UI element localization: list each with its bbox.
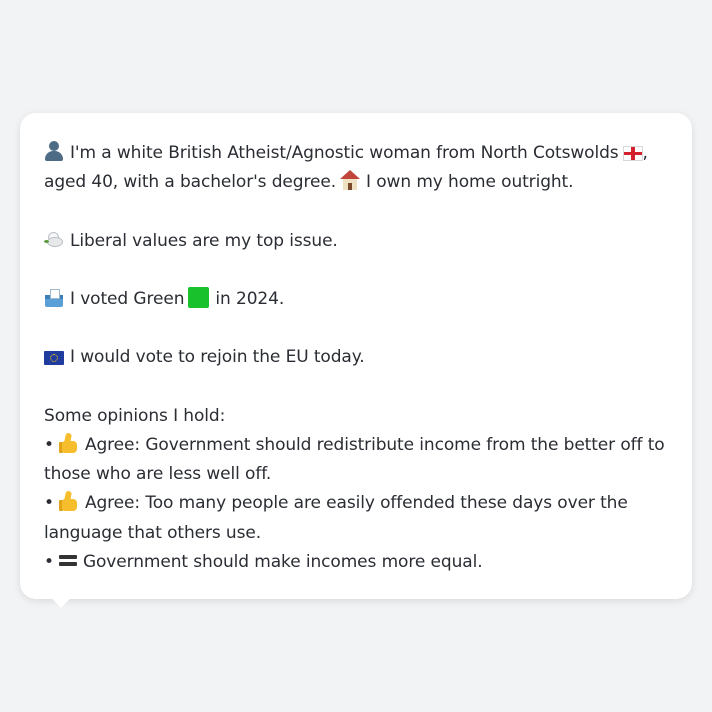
- bullet: •: [44, 434, 54, 455]
- opinion-item-1-continued: those who are less well off.: [44, 464, 272, 485]
- bullet: •: [44, 551, 54, 572]
- eu-line: I would vote to rejoin the EU today.: [44, 343, 668, 372]
- vote-line: I voted Green in 2024.: [44, 285, 668, 314]
- opinion-text: Agree: Too many people are easily offend…: [84, 493, 628, 514]
- england-flag-icon: [622, 146, 643, 161]
- age-education-text: aged 40, with a bachelor's degree.: [44, 172, 337, 193]
- ballot-box-icon: [44, 288, 64, 307]
- vote-suffix-text: in 2024.: [215, 288, 285, 309]
- dove-icon: [44, 230, 64, 249]
- profile-message-text: I'm a white British Atheist/Agnostic wom…: [44, 139, 668, 577]
- opinion-text: Agree: Government should redistribute in…: [84, 434, 665, 455]
- green-square-icon: [188, 286, 210, 308]
- bubble-tail: [42, 588, 80, 608]
- identity-suffix: ,: [642, 143, 648, 163]
- house-icon: [340, 170, 361, 191]
- profile-line-2: aged 40, with a bachelor's degree. I own …: [44, 168, 668, 197]
- opinions-heading: Some opinions I hold:: [44, 405, 226, 426]
- thumbs-up-icon: [58, 432, 79, 453]
- profile-message-bubble: I'm a white British Atheist/Agnostic wom…: [20, 113, 692, 599]
- opinion-text: Government should make incomes more equa…: [82, 551, 483, 572]
- profile-line-1: I'm a white British Atheist/Agnostic wom…: [44, 139, 668, 168]
- home-ownership-text: I own my home outright.: [366, 172, 574, 193]
- eu-text: I would vote to rejoin the EU today.: [70, 347, 365, 368]
- eu-flag-icon: [44, 351, 64, 366]
- person-icon: [44, 141, 64, 161]
- opinion-item-2-continued: language that others use.: [44, 522, 262, 543]
- top-issue-line: Liberal values are my top issue.: [44, 227, 668, 256]
- opinion-item-1: • Agree: Government should redistribute i…: [44, 431, 668, 460]
- bullet: •: [44, 493, 54, 514]
- vote-prefix-text: I voted Green: [70, 288, 185, 309]
- equals-icon: [58, 554, 77, 568]
- thumbs-up-icon: [58, 490, 79, 512]
- opinion-item-3: • Government should make incomes more equ…: [44, 548, 668, 577]
- top-issue-text: Liberal values are my top issue.: [70, 230, 338, 251]
- identity-text: I'm a white British Atheist/Agnostic wom…: [70, 143, 619, 163]
- opinion-item-2: • Agree: Too many people are easily offen…: [44, 489, 668, 518]
